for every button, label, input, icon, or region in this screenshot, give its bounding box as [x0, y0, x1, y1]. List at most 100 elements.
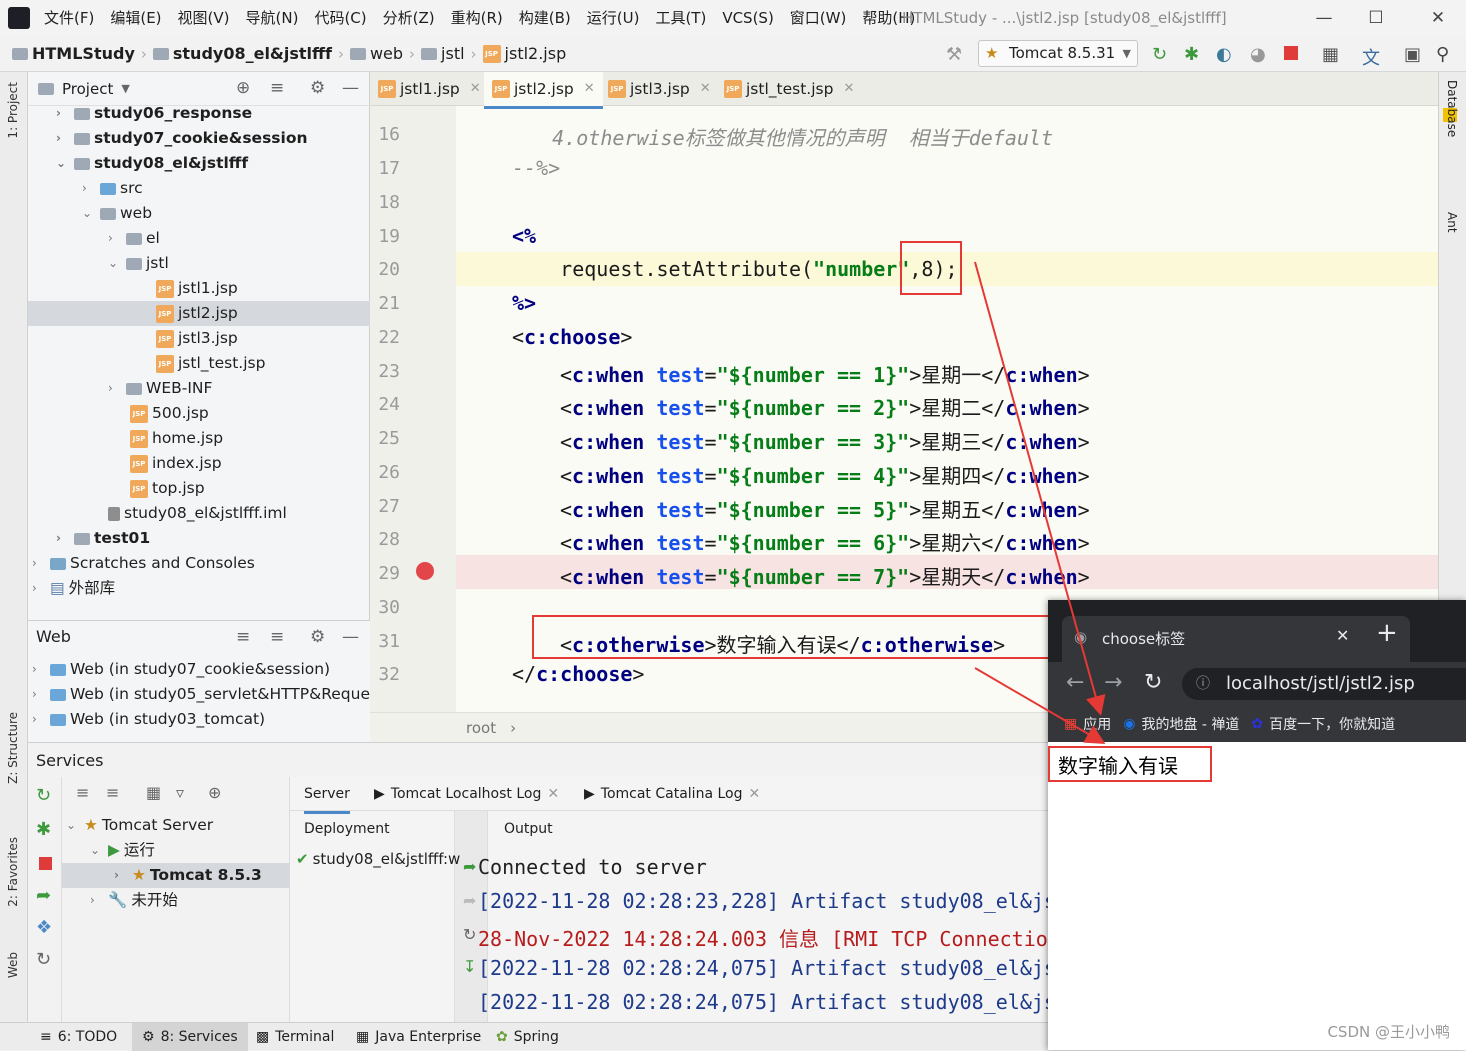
- bookmark-baidu[interactable]: ✿ 百度一下，你就知道: [1251, 714, 1395, 734]
- service-not-started-group[interactable]: › 🔧 未开始: [90, 888, 178, 913]
- menu-file[interactable]: 文件(F): [44, 0, 94, 36]
- breadcrumb-web[interactable]: web: [349, 44, 403, 63]
- translate-icon[interactable]: 文: [1362, 44, 1380, 70]
- locate-icon[interactable]: ⊕: [236, 78, 250, 98]
- tab-jstl-test[interactable]: JSP jstl_test.jsp ✕: [716, 72, 862, 106]
- web-facet-item[interactable]: › Web (in study07_cookie&session): [32, 657, 330, 682]
- menu-analyze[interactable]: 分析(Z): [383, 0, 435, 36]
- stop-icon[interactable]: [39, 857, 52, 870]
- close-icon[interactable]: ✕: [1336, 626, 1349, 645]
- search-icon[interactable]: ⚲: [1436, 44, 1449, 65]
- breadcrumb-project[interactable]: HTMLStudy: [12, 44, 135, 63]
- breadcrumb-file[interactable]: JSP jstl2.jsp: [482, 44, 566, 63]
- undeploy-icon[interactable]: ➦: [463, 891, 476, 910]
- coverage-icon[interactable]: ◐: [1216, 44, 1232, 65]
- gear-icon[interactable]: ⚙: [310, 627, 325, 647]
- breadcrumb-module[interactable]: study08_el&jstlfff: [152, 44, 332, 63]
- tree-item-jstl1[interactable]: JSP jstl1.jsp: [156, 276, 238, 301]
- tree-item-index[interactable]: JSP index.jsp: [130, 451, 222, 476]
- menu-edit[interactable]: 编辑(E): [110, 0, 161, 36]
- tool-tab-favorites[interactable]: 2: Favorites: [6, 837, 20, 907]
- expand-all-icon[interactable]: ≡: [76, 783, 89, 802]
- project-structure-icon[interactable]: ▦: [1322, 44, 1339, 65]
- service-running-group[interactable]: ⌄ ▶ 运行: [90, 838, 155, 863]
- menu-build[interactable]: 构建(B): [519, 0, 571, 36]
- stop-icon[interactable]: [1284, 46, 1298, 60]
- deployment-artifact[interactable]: ✔ study08_el&jstlfff:w: [296, 847, 460, 872]
- expand-all-icon[interactable]: ≡: [236, 627, 250, 647]
- group-by-icon[interactable]: ▦: [146, 783, 161, 802]
- deploy-icon[interactable]: ➦: [36, 885, 51, 906]
- tree-item-external-libs[interactable]: › ▤ 外部库: [32, 576, 115, 601]
- rerun-icon[interactable]: ↻: [1152, 44, 1167, 65]
- bookmark-apps[interactable]: ▦ 应用: [1064, 714, 1111, 734]
- tab-services[interactable]: ⚙ 8: Services: [132, 1023, 248, 1051]
- filter-icon[interactable]: ▿: [176, 783, 184, 802]
- tree-item-jstl2[interactable]: JSP jstl2.jsp: [28, 301, 370, 326]
- debug-icon[interactable]: ✱: [36, 819, 51, 840]
- menu-run[interactable]: 运行(U): [587, 0, 640, 36]
- tree-item-study06[interactable]: › study06_response: [56, 101, 252, 126]
- menu-refactor[interactable]: 重构(R): [451, 0, 503, 36]
- tree-item-500[interactable]: JSP 500.jsp: [130, 401, 209, 426]
- tool-tab-structure[interactable]: Z: Structure: [6, 712, 20, 784]
- refresh-icon[interactable]: ↻: [463, 925, 476, 944]
- menu-window[interactable]: 窗口(W): [790, 0, 847, 36]
- breadcrumb-jstl[interactable]: jstl: [421, 44, 465, 63]
- hide-icon[interactable]: —: [342, 627, 359, 647]
- debug-icon[interactable]: ✱: [1184, 44, 1199, 65]
- group-icon[interactable]: ❖: [36, 917, 52, 938]
- tree-item-src[interactable]: › src: [82, 176, 143, 201]
- tab-java-enterprise[interactable]: ▦ Java Enterprise: [356, 1023, 481, 1051]
- tree-item-jstl[interactable]: ⌄ jstl: [108, 251, 169, 276]
- tab-terminal[interactable]: ▩ Terminal: [256, 1023, 334, 1051]
- tab-catalina-log[interactable]: ▶ Tomcat Catalina Log ✕: [584, 777, 760, 811]
- download-icon[interactable]: ↧: [463, 957, 476, 976]
- close-icon[interactable]: ✕: [547, 777, 559, 811]
- breakpoint-icon[interactable]: [416, 562, 434, 580]
- maximize-icon[interactable]: ☐: [1366, 8, 1386, 28]
- tree-item-scratches[interactable]: › Scratches and Consoles: [32, 551, 255, 576]
- rerun-icon[interactable]: ↻: [36, 785, 51, 806]
- tree-item-test01[interactable]: › test01: [56, 526, 150, 551]
- tree-item-study07[interactable]: › study07_cookie&session: [56, 126, 308, 151]
- collapse-all-icon[interactable]: ≡: [270, 627, 284, 647]
- tree-item-home[interactable]: JSP home.jsp: [130, 426, 223, 451]
- tree-item-study08[interactable]: ⌄ study08_el&jstlfff: [56, 151, 248, 176]
- close-icon[interactable]: ✕: [470, 72, 481, 106]
- close-icon[interactable]: ✕: [843, 72, 854, 106]
- url-input[interactable]: ⓘ localhost/jstl/jstl2.jsp: [1182, 668, 1466, 700]
- tab-jstl3[interactable]: JSP jstl3.jsp ✕: [600, 72, 719, 106]
- tool-tab-database[interactable]: Database: [1445, 80, 1459, 137]
- tab-server[interactable]: Server: [304, 777, 350, 814]
- run-configuration-select[interactable]: ★ Tomcat 8.5.31 ▼: [978, 40, 1138, 67]
- menu-view[interactable]: 视图(V): [178, 0, 230, 36]
- tree-item-jstl3[interactable]: JSP jstl3.jsp: [156, 326, 238, 351]
- menu-navigate[interactable]: 导航(N): [246, 0, 299, 36]
- tab-spring[interactable]: ✿ Spring: [496, 1023, 559, 1051]
- back-icon[interactable]: ←: [1066, 670, 1084, 695]
- refresh-icon[interactable]: ↻: [36, 949, 51, 970]
- gear-icon[interactable]: ⚙: [310, 78, 325, 98]
- tree-item-el[interactable]: › el: [108, 226, 160, 251]
- hide-icon[interactable]: —: [342, 78, 359, 98]
- close-icon[interactable]: ✕: [700, 72, 711, 106]
- tab-localhost-log[interactable]: ▶ Tomcat Localhost Log ✕: [374, 777, 559, 811]
- tree-item-jstl-test[interactable]: JSP jstl_test.jsp: [156, 351, 265, 376]
- web-facet-item[interactable]: › Web (in study03_tomcat): [32, 707, 265, 732]
- close-icon[interactable]: ✕: [1428, 8, 1448, 28]
- reload-icon[interactable]: ↻: [1144, 670, 1162, 695]
- tree-item-web[interactable]: ⌄ web: [82, 201, 152, 226]
- close-icon[interactable]: ✕: [584, 72, 595, 106]
- new-service-icon[interactable]: ⊕: [208, 783, 221, 802]
- tab-jstl1[interactable]: JSP jstl1.jsp ✕: [370, 72, 489, 106]
- menu-tools[interactable]: 工具(T): [655, 0, 706, 36]
- deploy-icon[interactable]: ➦: [463, 857, 476, 876]
- tab-jstl2[interactable]: JSP jstl2.jsp ✕: [484, 72, 603, 109]
- forward-icon[interactable]: →: [1104, 670, 1122, 695]
- collapse-all-icon[interactable]: ≡: [270, 78, 284, 98]
- tree-item-iml[interactable]: study08_el&jstlfff.iml: [108, 501, 287, 526]
- profile-icon[interactable]: ◕: [1250, 44, 1266, 65]
- menu-code[interactable]: 代码(C): [314, 0, 366, 36]
- chevron-down-icon[interactable]: ▼: [121, 82, 129, 95]
